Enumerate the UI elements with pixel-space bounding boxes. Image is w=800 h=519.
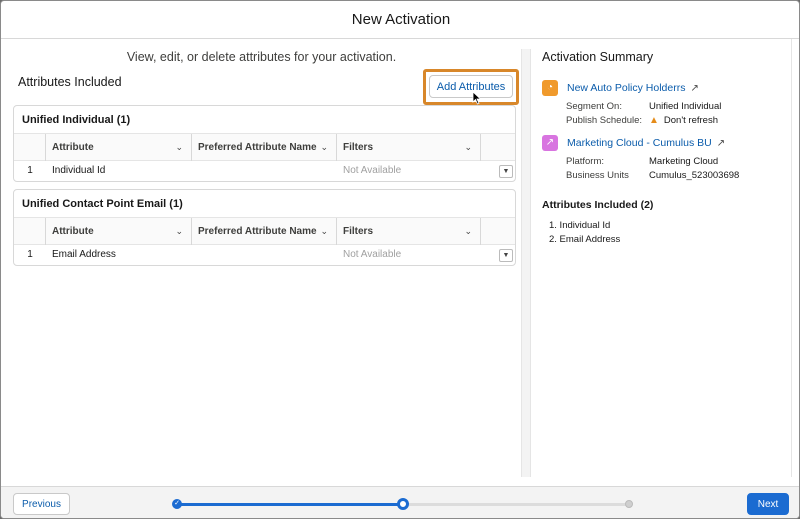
modal-header: New Activation — [1, 1, 799, 39]
attributes-included-heading: Attributes Included — [18, 75, 122, 89]
column-header-preferred-name[interactable]: Preferred Attribute Name ⌄ — [192, 134, 337, 161]
step-1-complete-icon[interactable]: ✓ — [172, 499, 182, 509]
filters-cell: Not Available — [343, 165, 402, 176]
attributes-included-summary-heading: Attributes Included (2) — [542, 199, 654, 211]
external-link-icon[interactable]: ↗ — [717, 138, 725, 149]
row-actions: ▼ — [481, 245, 515, 265]
mouse-cursor-icon — [472, 91, 482, 105]
activation-summary-panel: Activation Summary ◔ New Auto Policy Hol… — [532, 39, 792, 477]
progress-track-fill — [177, 503, 403, 506]
table-title: Unified Contact Point Email (1) — [14, 190, 515, 218]
table-row: 1 Individual Id Not Available ▼ — [14, 161, 515, 181]
preferred-name-cell[interactable] — [192, 161, 337, 181]
row-number: 1 — [27, 165, 33, 176]
business-units-field: Business Units Cumulus_523003698 — [566, 170, 740, 181]
step-3-pending-indicator[interactable] — [625, 500, 633, 508]
table-row: 1 Email Address Not Available ▼ — [14, 245, 515, 265]
attribute-cell: Individual Id — [52, 165, 106, 176]
row-number-header — [14, 134, 46, 161]
add-attributes-button[interactable]: Add Attributes — [429, 75, 513, 98]
attributes-pane: View, edit, or delete attributes for you… — [1, 39, 522, 477]
step-2-current-indicator[interactable] — [397, 498, 409, 510]
unified-contact-point-email-table: Unified Contact Point Email (1) Attribut… — [13, 189, 516, 266]
chevron-down-icon[interactable]: ⌄ — [464, 218, 472, 245]
unified-individual-table: Unified Individual (1) Attribute ⌄ Prefer… — [13, 105, 516, 182]
modal-footer: Previous ✓ Next — [1, 486, 799, 518]
attribute-cell: Email Address — [52, 249, 116, 260]
row-actions: ▼ — [481, 161, 515, 181]
external-link-icon[interactable]: ↗ — [690, 83, 698, 94]
new-activation-modal: New Activation View, edit, or delete att… — [0, 0, 800, 519]
preferred-name-cell[interactable] — [192, 245, 337, 265]
list-item: 2. Email Address — [549, 234, 621, 245]
modal-title: New Activation — [351, 11, 451, 28]
chevron-down-icon[interactable]: ⌄ — [320, 218, 328, 245]
publish-schedule-field: Publish Schedule: ▲ Don't refresh — [566, 115, 718, 126]
chevron-down-icon[interactable]: ⌄ — [464, 134, 472, 161]
row-menu-dropdown-icon[interactable]: ▼ — [499, 249, 513, 262]
column-header-preferred-name[interactable]: Preferred Attribute Name ⌄ — [192, 218, 337, 245]
row-number: 1 — [27, 249, 33, 260]
row-number-header — [14, 218, 46, 245]
column-header-filters[interactable]: Filters ⌄ — [337, 218, 481, 245]
filters-cell: Not Available — [343, 249, 402, 260]
table-header: Attribute ⌄ Preferred Attribute Name ⌄ Fil… — [14, 134, 515, 161]
platform-field: Platform: Marketing Cloud — [566, 156, 719, 167]
activation-target-summary: ↗ Marketing Cloud - Cumulus BU ↗ — [542, 135, 725, 151]
actions-header — [481, 218, 515, 245]
column-header-attribute[interactable]: Attribute ⌄ — [46, 218, 192, 245]
actions-header — [481, 134, 515, 161]
activation-target-icon: ↗ — [542, 135, 558, 151]
list-item: 1. Individual Id — [549, 220, 611, 231]
chevron-down-icon[interactable]: ⌄ — [320, 134, 328, 161]
previous-button[interactable]: Previous — [13, 493, 70, 515]
column-header-filters[interactable]: Filters ⌄ — [337, 134, 481, 161]
instructions-text: View, edit, or delete attributes for you… — [126, 50, 397, 64]
segment-summary: ◔ New Auto Policy Holderrs ↗ — [542, 80, 699, 96]
column-header-attribute[interactable]: Attribute ⌄ — [46, 134, 192, 161]
segment-link[interactable]: New Auto Policy Holderrs — [567, 82, 685, 94]
pane-scrollbar[interactable] — [521, 49, 531, 477]
next-button[interactable]: Next — [747, 493, 789, 515]
table-title: Unified Individual (1) — [14, 106, 515, 134]
warning-icon: ▲ — [649, 115, 659, 126]
activation-target-link[interactable]: Marketing Cloud - Cumulus BU — [567, 137, 712, 149]
modal-body: View, edit, or delete attributes for you… — [1, 39, 799, 486]
activation-summary-heading: Activation Summary — [542, 50, 654, 64]
row-menu-dropdown-icon[interactable]: ▼ — [499, 165, 513, 178]
segment-on-field: Segment On: Unified Individual — [566, 101, 722, 112]
attributes-summary-list: 1. Individual Id 2. Email Address — [549, 220, 620, 248]
chevron-down-icon[interactable]: ⌄ — [175, 134, 183, 161]
segment-icon: ◔ — [542, 80, 558, 96]
table-header: Attribute ⌄ Preferred Attribute Name ⌄ Fil… — [14, 218, 515, 245]
chevron-down-icon[interactable]: ⌄ — [175, 218, 183, 245]
